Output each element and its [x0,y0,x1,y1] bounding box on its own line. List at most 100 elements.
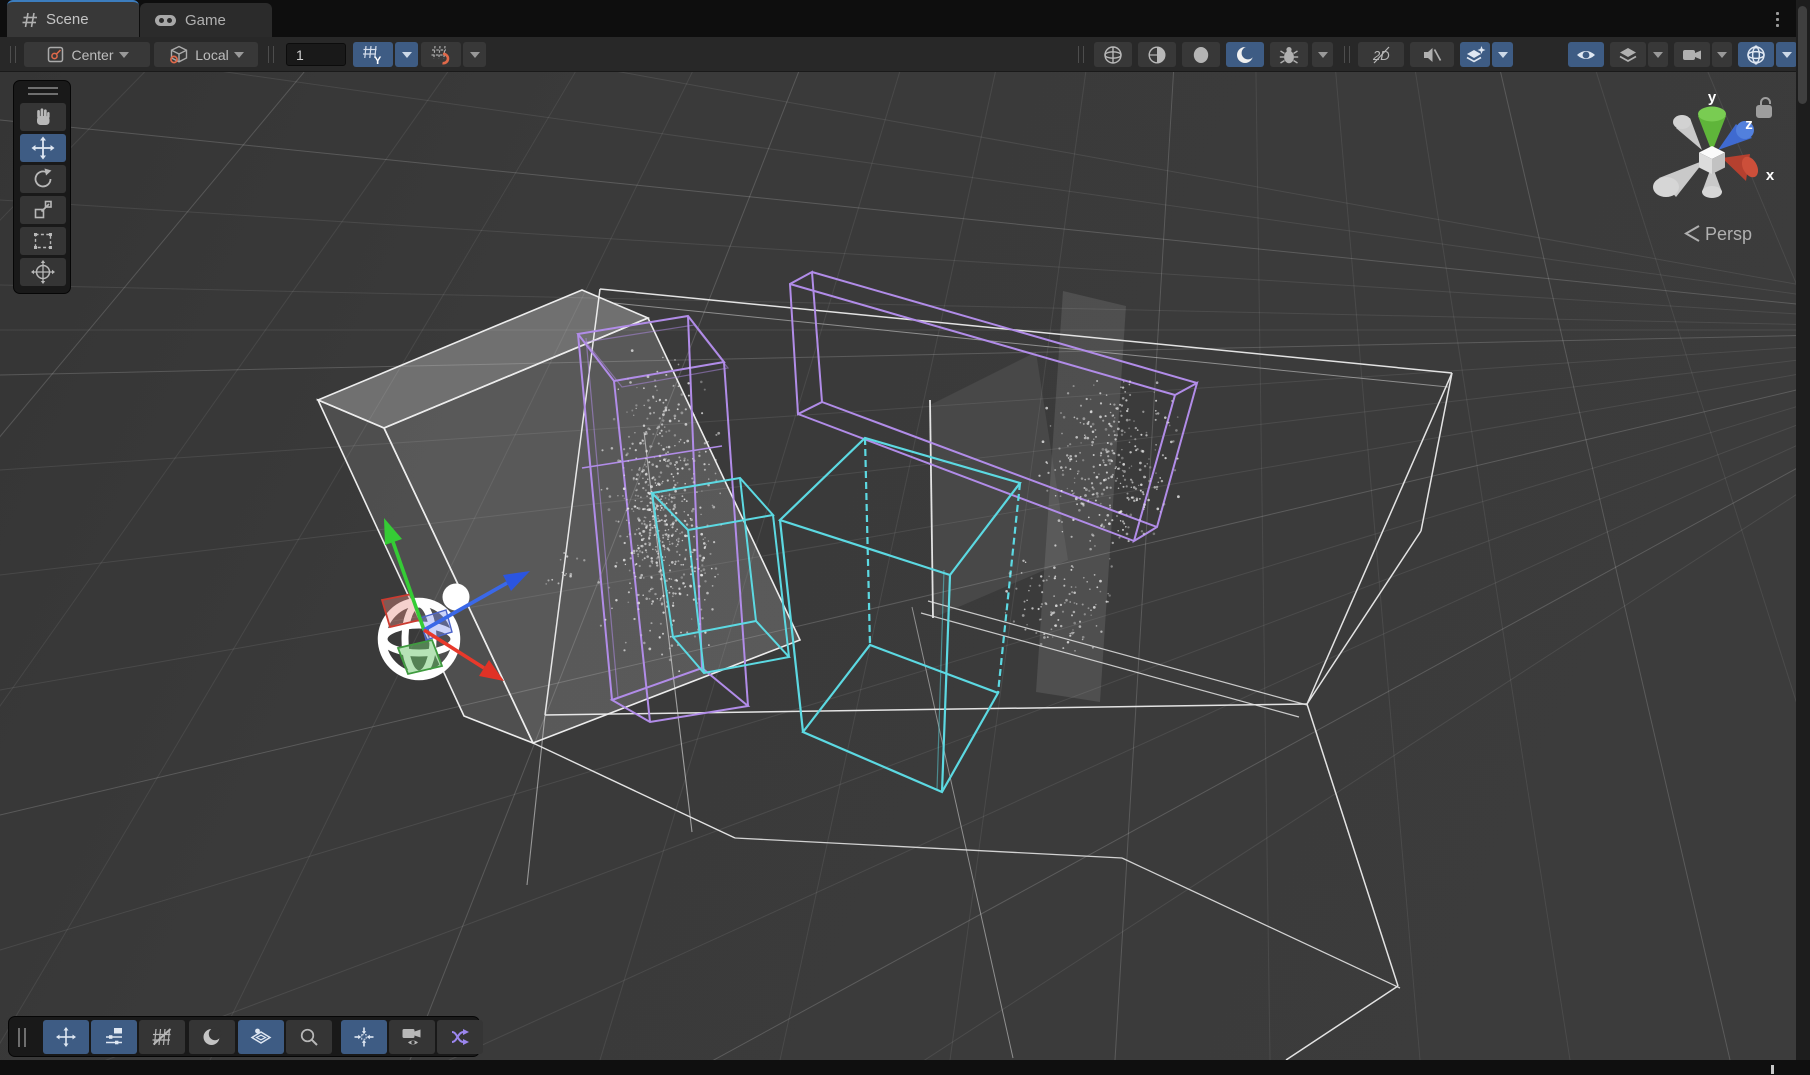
scale-tool[interactable] [20,196,66,224]
toolbar-separator [1078,46,1084,63]
move-tool[interactable] [20,134,66,162]
scrollbar-thumb[interactable] [1798,6,1807,104]
tab-scene[interactable]: Scene [7,0,139,37]
view-hand-tool[interactable] [20,103,66,131]
snap-settings-dropdown[interactable] [463,42,486,67]
increment-snap-input[interactable] [286,43,346,66]
axis-x-cone[interactable] [1722,154,1761,181]
view-options-overlay [8,1016,480,1057]
panel-edge [1796,0,1810,1060]
pivot-mode-dropdown[interactable]: Center [24,42,150,67]
gizmos-globe-icon [1745,44,1767,66]
gizmo-cube[interactable] [1699,146,1725,174]
gizmos-dropdown[interactable] [1776,42,1797,67]
layers-button[interactable] [1610,42,1646,67]
bug-icon [1278,44,1300,66]
axis-z-label: z [1745,116,1753,133]
lighting-dropdown[interactable] [1492,42,1513,67]
ground-grid [0,72,1810,1060]
projection-label: Persp [1705,224,1752,244]
scene-viewport[interactable]: y z x Persp [0,72,1810,1060]
resize-grip[interactable] [1771,1065,1774,1074]
search-overlay-button[interactable] [286,1020,332,1054]
crescent-icon [200,1025,224,1049]
gamepad-icon [154,12,177,28]
space-mode-dropdown[interactable]: Local [154,42,258,67]
shading-crescent-button[interactable] [1226,42,1264,67]
orientation-gizmo[interactable]: y z x Persp [1653,89,1775,244]
2d-view-toggle[interactable]: 2D [1358,42,1404,67]
tab-bar: Scene Game [0,0,1810,37]
transform-tool[interactable] [20,258,66,286]
tab-game[interactable]: Game [140,3,272,37]
sphere-wireframe-icon [1102,44,1124,66]
rotate-tool[interactable] [20,165,66,193]
probe-icon [249,1025,273,1049]
rect-tool-icon [30,228,56,254]
sphere-solid-icon [1190,44,1212,66]
shading-shaded-button[interactable] [1182,42,1220,67]
grid-off-button[interactable] [139,1020,185,1054]
move-tool-icon [30,135,56,161]
lighting-icon [1464,44,1486,66]
overlay-drag-handle[interactable] [18,1028,26,1047]
rotate-tool-icon [30,166,56,192]
scene-visibility-toggle[interactable] [1568,42,1604,67]
shuffle-icon [448,1025,472,1049]
eye-icon [1574,45,1598,65]
camera-icon [1681,45,1704,65]
grid-y-icon: Y [361,43,385,67]
scene-toolbar: Center Local Y [0,37,1810,72]
pivot-center-icon [45,43,66,66]
sliders-overlay-button[interactable] [91,1020,137,1054]
gizmos-toggle[interactable] [1738,42,1774,67]
debug-draw-dropdown[interactable] [1312,42,1333,67]
grid-hash-icon [21,10,38,29]
shading-wireframe-button[interactable] [1094,42,1132,67]
tools-overlay [13,80,71,294]
center-overlay-button[interactable] [341,1020,387,1054]
random-overlay-button[interactable] [437,1020,483,1054]
toolbar-separator [268,46,274,63]
tab-scene-label: Scene [46,11,89,28]
overlay-drag-handle[interactable] [28,87,58,95]
hand-tool-icon [30,104,56,130]
debug-draw-button[interactable] [1270,42,1308,67]
layers-dropdown[interactable] [1648,42,1668,67]
camera-eye-icon [400,1025,424,1049]
lock-icon[interactable] [1757,98,1771,117]
selected-box[interactable] [318,290,800,743]
search-icon [297,1025,321,1049]
tab-game-label: Game [185,12,226,29]
grid-magnet-icon [429,43,453,67]
snap-settings-button[interactable] [421,42,461,67]
kebab-menu-icon[interactable] [1768,8,1786,30]
layers-icon [1617,44,1639,66]
chevron-down-icon [234,52,244,58]
status-bar [0,1060,1810,1075]
unity-scene-view-window: Scene Game Center [0,0,1810,1075]
shading-overlay-button[interactable] [189,1020,235,1054]
center-pivot-icon [352,1025,376,1049]
move-icon [54,1025,78,1049]
chevron-down-icon [119,52,129,58]
grid-snap-toggle[interactable]: Y [353,42,393,67]
probe-overlay-button[interactable] [238,1020,284,1054]
scene-canvas[interactable]: y z x Persp [0,72,1810,1060]
sliders-icon [102,1025,126,1049]
camera-settings-dropdown[interactable] [1712,42,1732,67]
camera-view-button[interactable] [389,1020,435,1054]
lighting-toggle[interactable] [1460,42,1490,67]
toolbar-drag-handle[interactable] [10,46,16,63]
projection-toggle[interactable]: Persp [1686,224,1752,244]
2d-toggle-icon: 2D [1368,44,1394,66]
rect-tool[interactable] [20,227,66,255]
audio-toggle[interactable] [1410,42,1454,67]
move-overlay-button[interactable] [43,1020,89,1054]
shading-half-button[interactable] [1138,42,1176,67]
sphere-half-icon [1146,44,1168,66]
grid-off-icon [150,1025,174,1049]
axis-y-label: y [1708,89,1717,106]
grid-snap-dropdown[interactable] [395,42,418,67]
camera-settings-button[interactable] [1674,42,1710,67]
